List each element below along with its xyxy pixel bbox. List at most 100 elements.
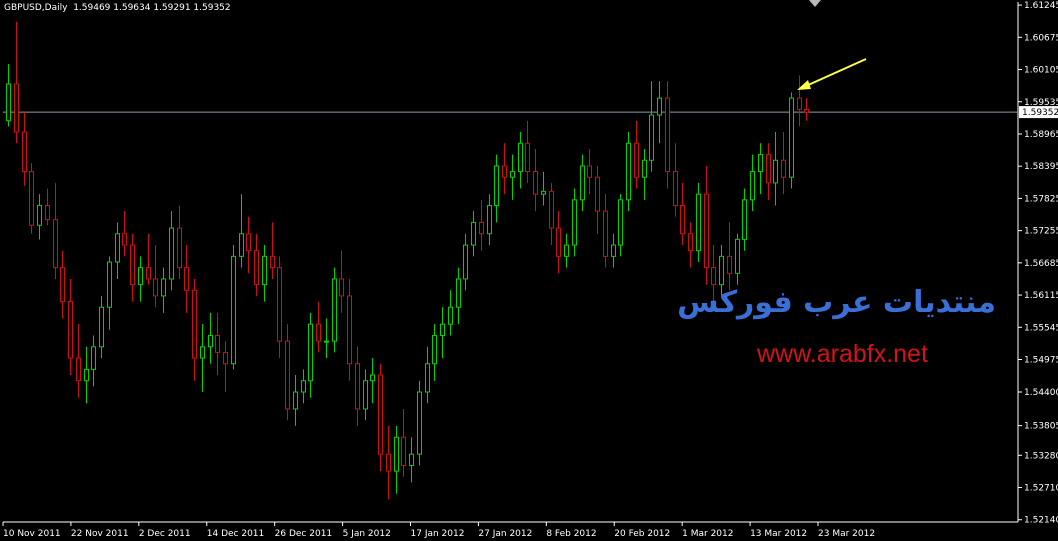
candle-body <box>688 233 693 252</box>
candle-body <box>223 351 228 365</box>
chart-header: GBPUSD,Daily 1.59469 1.59634 1.59291 1.5… <box>4 3 231 13</box>
candlestick-chart[interactable]: 1.612451.606751.601051.595351.589651.583… <box>0 0 1058 541</box>
candle-body <box>758 154 763 173</box>
time-tick-label: 1 Mar 2012 <box>682 529 733 539</box>
candle-body <box>711 267 716 286</box>
candle-body <box>60 267 65 303</box>
candle-body <box>510 171 515 178</box>
current-price-label: 1.59352 <box>1022 108 1058 118</box>
candle-body <box>494 165 499 206</box>
price-tick-label: 1.54975 <box>1024 356 1058 366</box>
candle-body <box>657 97 662 116</box>
candle-body <box>518 142 523 173</box>
price-axis[interactable]: 1.612451.606751.601051.595351.589651.583… <box>1018 1 1058 526</box>
candle-body <box>76 357 81 382</box>
candle-body <box>471 221 476 246</box>
arrow-shaft <box>805 58 867 87</box>
candle-body <box>29 171 34 226</box>
candle-body <box>525 142 530 173</box>
candles-layer <box>6 21 809 500</box>
price-tick-label: 1.61245 <box>1024 1 1058 11</box>
price-tick-label: 1.53280 <box>1024 451 1058 461</box>
candle-body <box>115 233 120 263</box>
candle-body <box>580 165 585 201</box>
price-tick-label: 1.57255 <box>1024 227 1058 237</box>
candle-body <box>549 190 554 229</box>
candle-body <box>401 436 406 466</box>
candle-body <box>448 306 453 325</box>
candle-body <box>122 233 127 246</box>
expert-marker-icon[interactable] <box>809 0 821 7</box>
candle-body <box>425 363 430 393</box>
candle-body <box>649 114 654 161</box>
price-tick-label: 1.60105 <box>1024 66 1058 76</box>
candle-body <box>680 204 685 235</box>
candle-body <box>177 227 182 269</box>
candle-body <box>277 267 282 342</box>
candle-body <box>432 334 437 365</box>
candle-body <box>22 131 27 173</box>
candle-body <box>618 199 623 246</box>
symbol-label: GBPUSD,Daily <box>4 3 68 13</box>
candle-body <box>417 391 422 455</box>
candle-body <box>386 453 391 472</box>
candle-body <box>45 204 50 221</box>
time-tick-label: 14 Dec 2011 <box>207 529 265 539</box>
candle-body <box>370 374 375 382</box>
time-tick-label: 22 Nov 2011 <box>71 529 129 539</box>
candle-body <box>99 306 104 348</box>
candle-body <box>487 204 492 235</box>
candle-body <box>84 368 89 382</box>
candle-body <box>626 142 631 201</box>
time-axis[interactable]: 10 Nov 2011 22 Nov 2011 2 Dec 2011 14 Dec 2… <box>2 522 875 539</box>
candle-body <box>316 323 321 342</box>
candle-body <box>611 244 616 257</box>
price-tick-label: 1.54400 <box>1024 388 1058 398</box>
ohlc-values: 1.59469 1.59634 1.59291 1.59352 <box>73 3 231 13</box>
candle-body <box>14 83 19 133</box>
time-tick-label: 23 Mar 2012 <box>818 529 875 539</box>
candle-body <box>766 154 771 184</box>
candle-body <box>804 108 809 113</box>
candle-body <box>696 193 701 252</box>
candle-body <box>339 278 344 297</box>
candle-body <box>727 255 732 274</box>
time-tick-label: 8 Feb 2012 <box>546 529 596 539</box>
time-tick-label: 20 Feb 2012 <box>614 529 670 539</box>
candle-body <box>789 97 794 178</box>
watermark-arabic: منتديات عرب فوركس <box>677 285 996 320</box>
time-tick-label: 10 Nov 2011 <box>3 529 61 539</box>
price-tick-label: 1.60675 <box>1024 33 1058 43</box>
candle-body <box>502 165 507 178</box>
candle-body <box>634 142 639 178</box>
price-tick-label: 1.55545 <box>1024 323 1058 333</box>
candle-body <box>161 278 166 297</box>
candle-body <box>208 334 213 348</box>
candle-body <box>572 199 577 246</box>
candle-body <box>533 171 538 195</box>
candle-body <box>642 159 647 178</box>
candle-body <box>704 193 709 269</box>
candle-body <box>169 227 174 280</box>
time-tick-label: 13 Mar 2012 <box>750 529 807 539</box>
candle-body <box>324 340 329 343</box>
candle-body <box>797 97 802 110</box>
candle-body <box>200 346 205 359</box>
candle-body <box>479 221 484 235</box>
time-tick-label: 26 Dec 2011 <box>275 529 333 539</box>
candle-body <box>355 363 360 410</box>
candle-body <box>735 238 740 274</box>
candle-body <box>463 244 468 280</box>
candle-body <box>192 289 197 359</box>
candle-body <box>68 301 73 359</box>
price-tick-label: 1.56115 <box>1024 291 1058 301</box>
candle-body <box>742 199 747 240</box>
time-tick-label: 5 Jan 2012 <box>343 529 391 539</box>
candle-body <box>750 171 755 201</box>
candle-body <box>363 380 368 410</box>
time-tick-label: 27 Jan 2012 <box>478 529 532 539</box>
watermark-url: www.arabfx.net <box>757 340 928 368</box>
candle-body <box>332 278 337 342</box>
candle-body <box>262 255 267 286</box>
candle-body <box>138 267 143 286</box>
